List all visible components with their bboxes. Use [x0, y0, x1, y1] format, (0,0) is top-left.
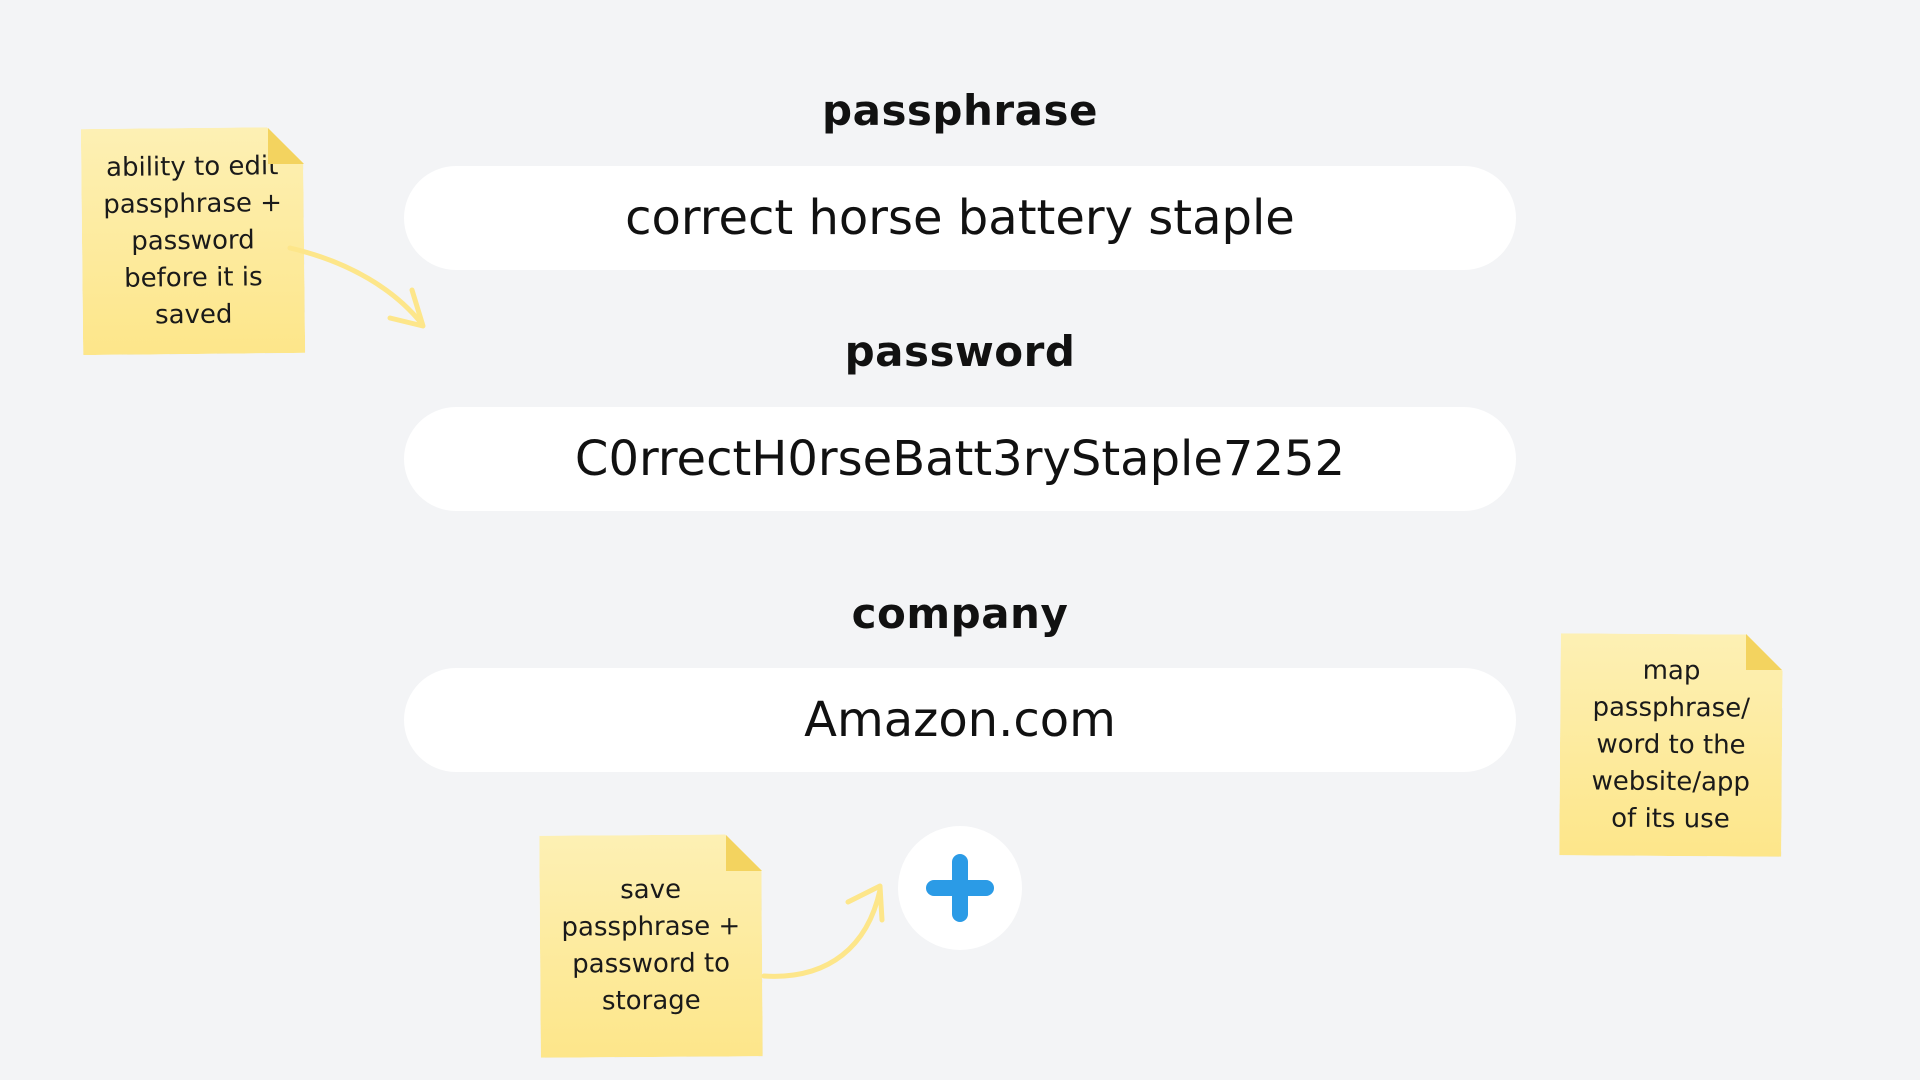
- password-input[interactable]: [404, 407, 1516, 511]
- sticky-note-map-text: map passphrase/ word to the website/app …: [1591, 655, 1751, 834]
- add-button[interactable]: [898, 826, 1022, 950]
- passphrase-input[interactable]: [404, 166, 1516, 270]
- sticky-note-save-text: save passphrase + password to storage: [561, 874, 741, 1017]
- sticky-note-map-fold: [1746, 634, 1782, 670]
- plus-icon: [926, 854, 994, 922]
- passphrase-label: passphrase: [822, 86, 1098, 135]
- sticky-note-edit-text: ability to edit passphrase + password be…: [103, 150, 283, 330]
- wireframe-canvas: passphrase password company ability to e…: [0, 0, 1920, 1080]
- company-input[interactable]: [404, 668, 1516, 772]
- sticky-note-save-fold: [726, 835, 762, 871]
- company-label: company: [851, 589, 1069, 638]
